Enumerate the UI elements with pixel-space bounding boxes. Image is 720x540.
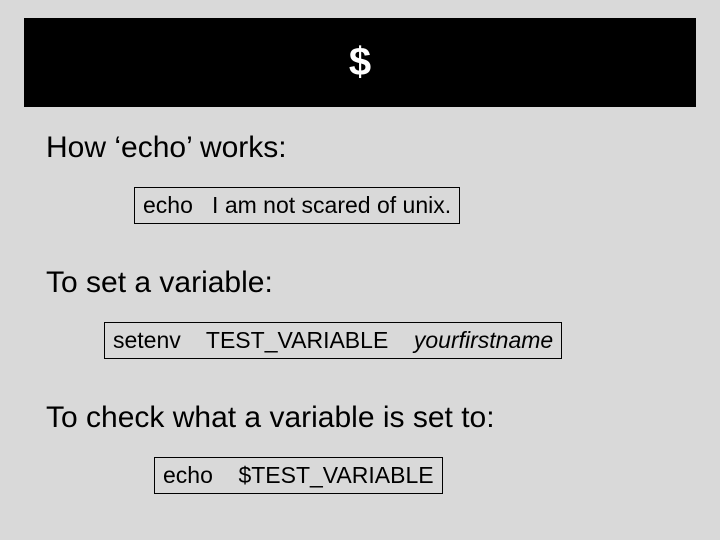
section-heading-echo: How ‘echo’ works: [46, 131, 696, 165]
cmd1-args: I am not scared of unix. [212, 192, 451, 218]
command-box-echo-example: echo I am not scared of unix. [134, 187, 460, 224]
cmd2-command: setenv [113, 327, 181, 353]
cmd3-command: echo [163, 462, 213, 488]
cmd3-args: $TEST_VARIABLE [238, 462, 433, 488]
section-heading-set-variable: To set a variable: [46, 266, 696, 300]
section-heading-check-variable: To check what a variable is set to: [46, 401, 696, 435]
command-box-setenv: setenv TEST_VARIABLE yourfirstname [104, 322, 562, 359]
cmd2-arg1: TEST_VARIABLE [206, 327, 388, 353]
title-text: $ [349, 40, 371, 84]
command-box-echo-variable: echo $TEST_VARIABLE [154, 457, 443, 494]
cmd1-command: echo [143, 192, 193, 218]
cmd2-arg2: yourfirstname [414, 327, 553, 353]
title-bar: $ [24, 18, 696, 107]
